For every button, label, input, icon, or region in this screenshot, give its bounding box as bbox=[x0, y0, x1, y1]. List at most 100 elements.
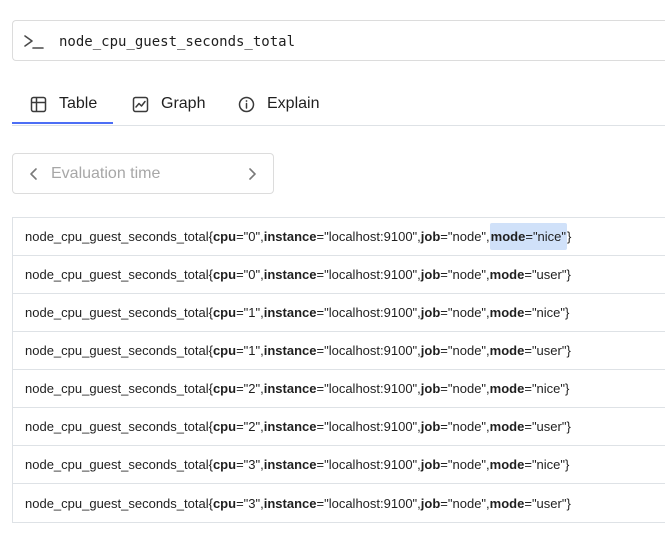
label-name-instance: instance bbox=[263, 267, 317, 282]
label-pair-mode[interactable]: mode="user" bbox=[490, 267, 567, 282]
label-value-mode: "user" bbox=[531, 419, 567, 434]
label-name-cpu: cpu bbox=[212, 381, 237, 396]
metric-name: node_cpu_guest_seconds_total bbox=[25, 343, 209, 358]
table-row: node_cpu_guest_seconds_total{cpu = "3", in… bbox=[13, 446, 665, 484]
table-row: node_cpu_guest_seconds_total{cpu = "0", in… bbox=[13, 218, 665, 256]
label-value-job: "node" bbox=[447, 343, 487, 358]
label-value-mode: "user" bbox=[531, 343, 567, 358]
label-pair-mode[interactable]: mode="user" bbox=[490, 496, 567, 511]
label-value-instance: "localhost:9100" bbox=[324, 267, 418, 282]
label-name-mode: mode bbox=[489, 305, 525, 320]
label-name-job: job bbox=[420, 343, 441, 358]
label-value-cpu: "2" bbox=[243, 381, 261, 396]
series-table: node_cpu_guest_seconds_total{cpu = "0", in… bbox=[12, 217, 665, 523]
tab-table[interactable]: Table bbox=[30, 84, 97, 124]
label-name-cpu: cpu bbox=[212, 229, 237, 244]
evaluation-time-input[interactable] bbox=[51, 163, 231, 185]
label-name-instance: instance bbox=[263, 495, 317, 511]
label-name-job: job bbox=[420, 457, 441, 472]
label-value-job: "node" bbox=[447, 457, 487, 472]
label-value-job: "node" bbox=[447, 495, 487, 511]
label-value-cpu: "1" bbox=[243, 305, 261, 320]
table-row: node_cpu_guest_seconds_total{cpu = "2", in… bbox=[13, 370, 665, 408]
chevron-right-icon[interactable] bbox=[245, 166, 259, 182]
metric-name: node_cpu_guest_seconds_total bbox=[25, 305, 209, 320]
tab-table-label: Table bbox=[59, 95, 98, 112]
label-name-cpu: cpu bbox=[212, 457, 237, 472]
label-name-cpu: cpu bbox=[212, 305, 237, 320]
label-value-job: "node" bbox=[447, 229, 487, 244]
expression-text[interactable]: node_cpu_guest_seconds_total bbox=[59, 33, 295, 51]
label-value-instance: "localhost:9100" bbox=[324, 229, 418, 244]
label-value-mode: "nice" bbox=[531, 457, 566, 472]
label-value-mode: "nice" bbox=[531, 381, 566, 396]
label-name-job: job bbox=[420, 495, 441, 511]
label-value-cpu: "3" bbox=[243, 495, 261, 511]
label-value-cpu: "1" bbox=[243, 343, 261, 358]
label-value-mode: "nice" bbox=[531, 305, 566, 320]
label-pair-mode[interactable]: mode="nice" bbox=[490, 381, 565, 396]
label-value-job: "node" bbox=[447, 305, 487, 320]
label-value-mode: "user" bbox=[531, 267, 567, 282]
label-name-job: job bbox=[420, 267, 441, 282]
label-value-instance: "localhost:9100" bbox=[324, 457, 418, 472]
metric-name: node_cpu_guest_seconds_total bbox=[25, 267, 209, 282]
label-value-instance: "localhost:9100" bbox=[324, 495, 418, 511]
label-name-mode: mode bbox=[489, 343, 525, 358]
label-name-cpu: cpu bbox=[212, 343, 237, 358]
label-value-instance: "localhost:9100" bbox=[324, 305, 418, 320]
label-name-instance: instance bbox=[263, 381, 317, 396]
table-row: node_cpu_guest_seconds_total{cpu = "3", in… bbox=[25, 495, 571, 511]
terminal-prompt-icon bbox=[23, 31, 45, 51]
chevron-left-icon[interactable] bbox=[27, 166, 41, 182]
label-pair-mode[interactable]: mode="user" bbox=[490, 343, 567, 358]
label-name-job: job bbox=[420, 229, 441, 244]
label-pair-mode[interactable]: mode="nice" bbox=[490, 457, 565, 472]
label-pair-mode[interactable]: mode="nice" bbox=[489, 223, 568, 250]
label-name-mode: mode bbox=[489, 381, 525, 396]
evaluation-time-picker bbox=[12, 153, 274, 194]
metric-name: node_cpu_guest_seconds_total bbox=[25, 229, 209, 244]
label-value-instance: "localhost:9100" bbox=[324, 381, 418, 396]
info-icon bbox=[238, 96, 255, 113]
label-name-mode: mode bbox=[489, 457, 525, 472]
label-name-job: job bbox=[420, 419, 441, 434]
label-value-cpu: "0" bbox=[243, 267, 261, 282]
label-value-instance: "localhost:9100" bbox=[324, 419, 418, 434]
metric-name: node_cpu_guest_seconds_total bbox=[25, 457, 209, 472]
tab-graph[interactable]: Graph bbox=[132, 84, 205, 124]
table-row: node_cpu_guest_seconds_total{cpu = "1", in… bbox=[13, 294, 665, 332]
label-name-instance: instance bbox=[263, 343, 317, 358]
label-name-mode: mode bbox=[489, 495, 525, 511]
label-name-instance: instance bbox=[263, 305, 317, 320]
tab-explain-label: Explain bbox=[267, 95, 320, 112]
label-value-job: "node" bbox=[447, 419, 487, 434]
tab-graph-label: Graph bbox=[161, 95, 206, 112]
table-row: node_cpu_guest_seconds_total{cpu = "2", in… bbox=[13, 408, 665, 446]
label-name-mode: mode bbox=[490, 229, 526, 244]
metric-name: node_cpu_guest_seconds_total bbox=[25, 495, 209, 511]
view-tabs: Table Graph Explain bbox=[12, 84, 665, 126]
label-name-mode: mode bbox=[489, 267, 525, 282]
active-tab-indicator bbox=[12, 122, 113, 124]
tab-explain[interactable]: Explain bbox=[238, 84, 319, 124]
label-value-instance: "localhost:9100" bbox=[324, 343, 418, 358]
expression-input[interactable]: node_cpu_guest_seconds_total bbox=[12, 20, 665, 61]
label-value-cpu: "3" bbox=[243, 457, 261, 472]
metric-name: node_cpu_guest_seconds_total bbox=[25, 419, 209, 434]
label-name-job: job bbox=[420, 305, 441, 320]
label-name-cpu: cpu bbox=[212, 267, 237, 282]
label-name-instance: instance bbox=[263, 457, 317, 472]
label-value-mode: "user" bbox=[531, 495, 567, 511]
label-value-job: "node" bbox=[447, 381, 487, 396]
label-value-cpu: "0" bbox=[243, 229, 261, 244]
label-name-job: job bbox=[420, 381, 441, 396]
label-name-instance: instance bbox=[263, 229, 317, 244]
label-pair-mode[interactable]: mode="nice" bbox=[490, 305, 565, 320]
graph-icon bbox=[132, 96, 149, 113]
table-row: node_cpu_guest_seconds_total{cpu = "0", in… bbox=[13, 256, 665, 294]
table-icon bbox=[30, 96, 47, 113]
label-pair-mode[interactable]: mode="user" bbox=[490, 419, 567, 434]
table-row: node_cpu_guest_seconds_total{cpu = "1", in… bbox=[13, 332, 665, 370]
label-value-cpu: "2" bbox=[243, 419, 261, 434]
